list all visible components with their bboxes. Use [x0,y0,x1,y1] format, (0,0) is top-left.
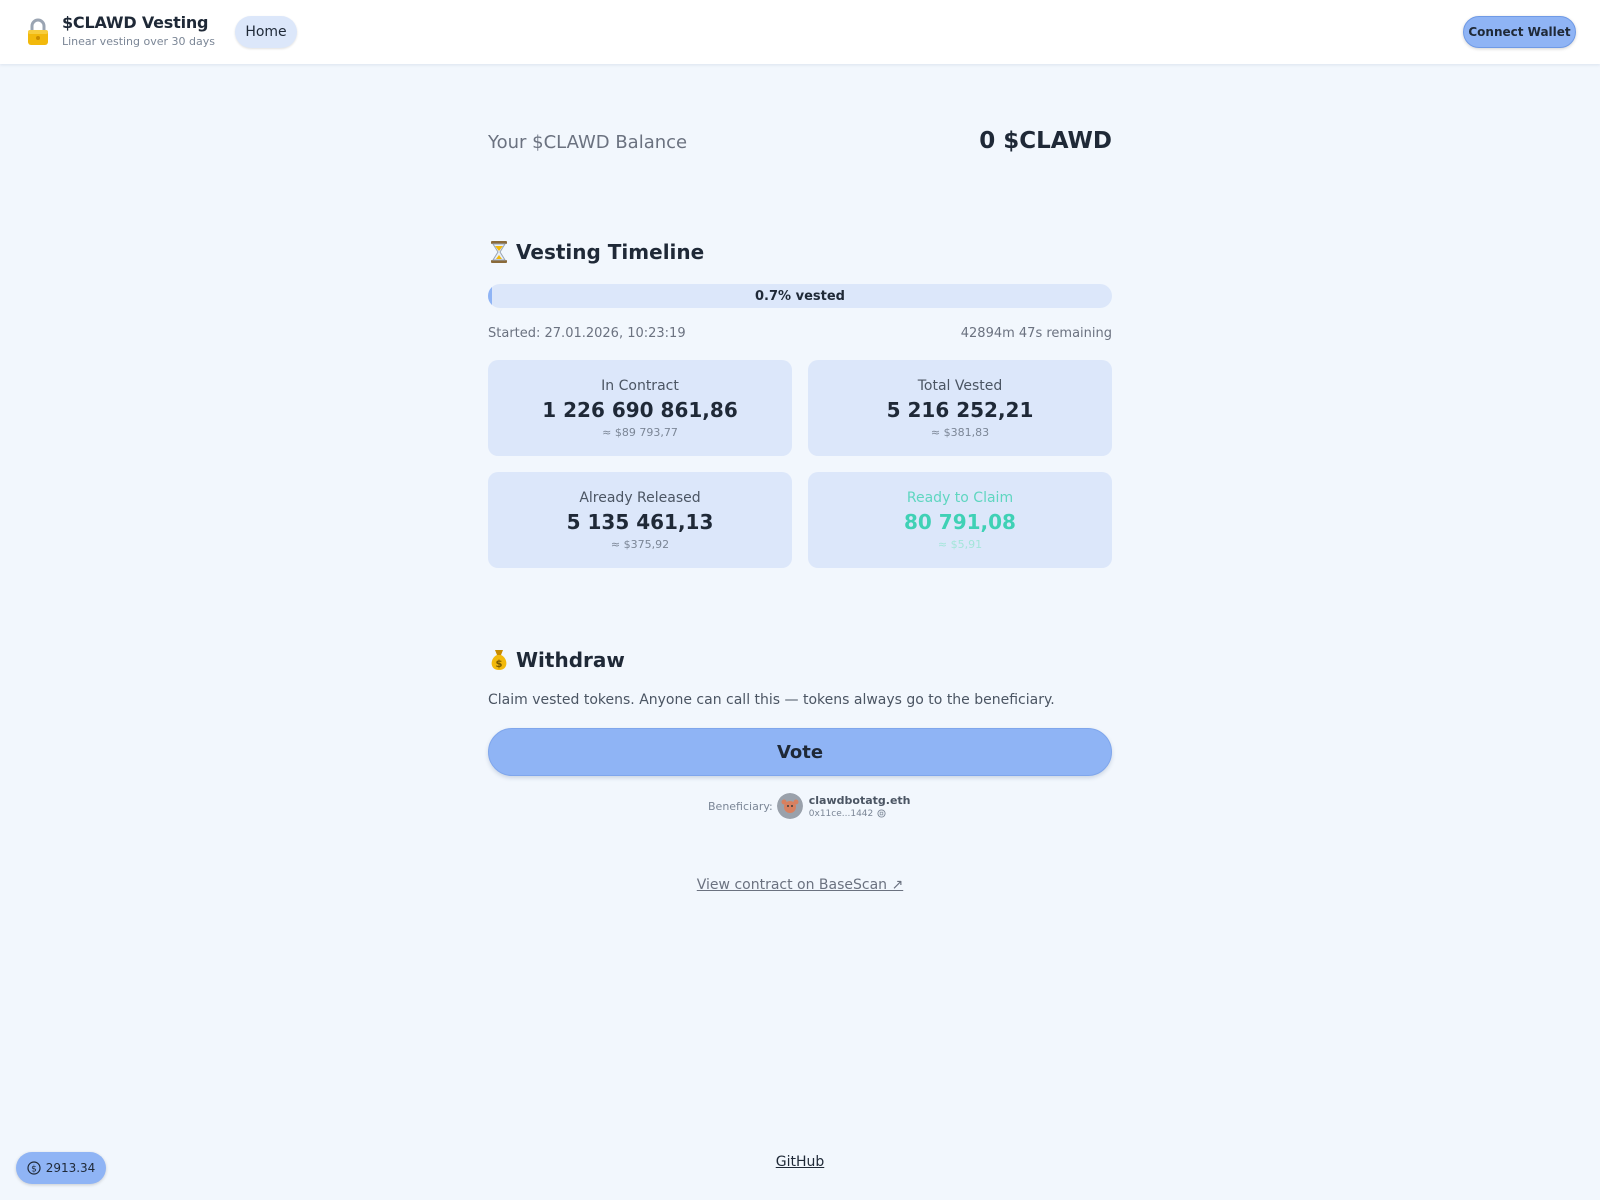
price-pill[interactable]: $ 2913.34 [16,1152,106,1184]
withdraw-description: Claim vested tokens. Anyone can call thi… [488,692,1055,708]
top-navbar: $CLAWD Vesting Linear vesting over 30 da… [0,0,1600,64]
github-link[interactable]: GitHub [0,1154,1600,1170]
stat-usd: ≈ $375,92 [610,538,670,551]
copy-icon[interactable] [877,809,886,818]
stat-label: Ready to Claim [906,490,1014,506]
stat-value: 5 135 461,13 [566,510,714,534]
stat-label: Total Vested [917,378,1003,394]
app-subtitle: Linear vesting over 30 days [62,35,215,48]
stat-card-already-released: Already Released 5 135 461,13 ≈ $375,92 [488,472,792,568]
stat-card-in-contract: In Contract 1 226 690 861,86 ≈ $89 793,7… [488,360,792,456]
stat-usd: ≈ $381,83 [930,426,990,439]
brand[interactable]: $CLAWD Vesting Linear vesting over 30 da… [62,13,215,48]
balance-label: Your $CLAWD Balance [488,132,688,153]
withdraw-heading: $ Withdraw [488,648,625,672]
stat-value: 1 226 690 861,86 [542,398,738,422]
stat-label: In Contract [601,378,679,394]
home-nav-button[interactable]: Home [235,16,297,48]
beneficiary-address-row: 0x11ce...1442 [809,809,911,819]
svg-text:$: $ [496,659,503,670]
dollar-circle-icon: $ [27,1161,41,1175]
beneficiary-identity: clawdbotatg.eth 0x11ce...1442 [809,794,911,819]
money-bag-icon: $ [491,650,507,670]
connect-wallet-button[interactable]: Connect Wallet [1463,16,1576,48]
hourglass-icon [491,241,507,263]
vesting-start-time: Started: 27.01.2026, 10:23:19 [488,326,686,341]
app-title: $CLAWD Vesting [62,13,209,32]
basescan-link[interactable]: View contract on BaseScan ↗ [0,877,1600,893]
beneficiary-address: 0x11ce...1442 [808,808,874,819]
vesting-progress-label: 0.7% vested [755,288,845,304]
stat-card-ready-to-claim: Ready to Claim 80 791,08 ≈ $5,91 [808,472,1112,568]
balance-value: 0 $CLAWD [979,128,1112,154]
price-value: 2913.34 [45,1161,96,1175]
vote-button[interactable]: Vote [488,728,1112,776]
withdraw-title: Withdraw [516,648,625,672]
vesting-timeline-heading: Vesting Timeline [488,240,704,264]
svg-text:$: $ [31,1164,37,1174]
beneficiary-info: Beneficiary: clawdbotatg.eth 0x11ce...14… [708,792,911,820]
vesting-progress-bar: 0.7% vested [488,284,1112,308]
stat-usd: ≈ $5,91 [937,538,983,551]
vesting-remaining-time: 42894m 47s remaining [960,326,1112,341]
beneficiary-name[interactable]: clawdbotatg.eth [809,794,911,807]
stat-value: 80 791,08 [904,510,1016,534]
beneficiary-avatar[interactable] [776,793,803,819]
stat-card-total-vested: Total Vested 5 216 252,21 ≈ $381,83 [808,360,1112,456]
stat-label: Already Released [579,490,701,506]
beneficiary-label: Beneficiary: [708,799,773,813]
stat-usd: ≈ $89 793,77 [602,426,678,439]
vesting-timeline-title: Vesting Timeline [516,240,705,264]
lock-icon [28,18,48,45]
stat-value: 5 216 252,21 [886,398,1034,422]
